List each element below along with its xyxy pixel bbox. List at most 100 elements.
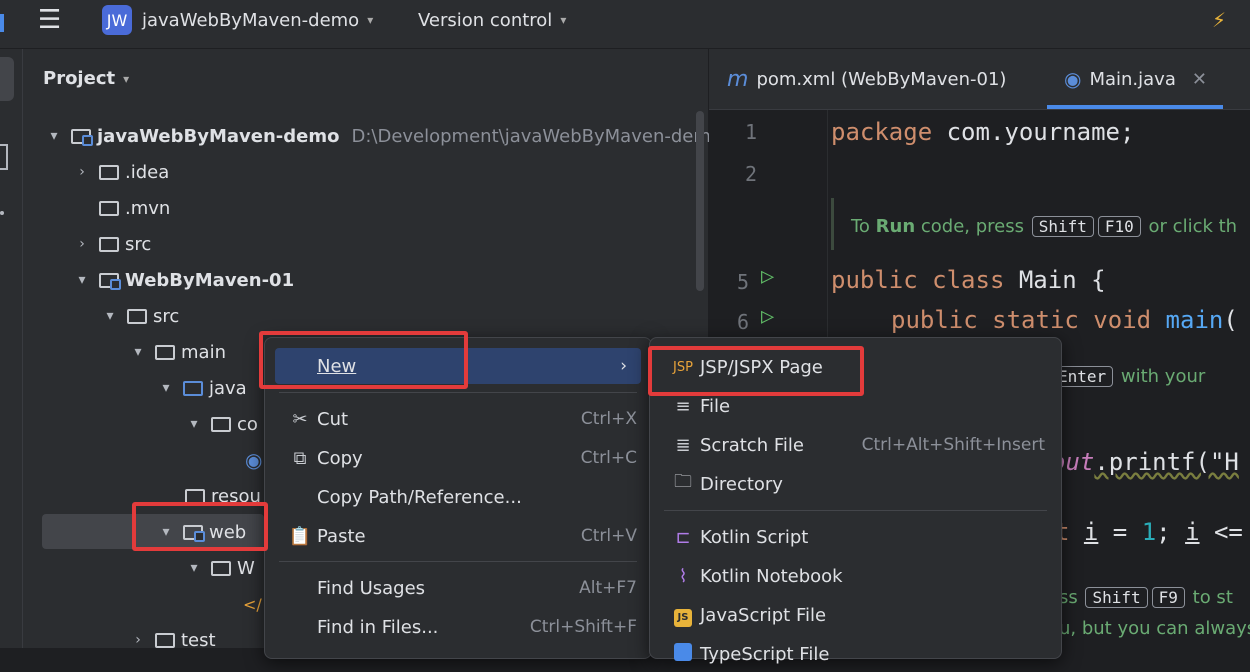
separator <box>664 510 1047 511</box>
tree-item-main-class[interactable]: ◉ <box>245 443 262 477</box>
chevron-right-icon: › <box>79 236 85 252</box>
chevron-down-icon: ▾ <box>78 272 86 288</box>
tree-item-label: WebByMaven-01 <box>125 269 295 291</box>
submenu-item-scratch-file[interactable]: ≣ Scratch File Ctrl+Alt+Shift+Insert <box>650 427 1061 463</box>
run-gutter-icon[interactable]: ▷ <box>761 304 774 329</box>
tree-item-web-inf[interactable]: ▾ W <box>185 551 254 585</box>
copy-icon: ⧉ <box>293 447 307 469</box>
jsp-file-icon: </ <box>243 594 262 614</box>
menu-item-copy-path[interactable]: Copy Path/Reference... <box>265 479 651 515</box>
tab-main-java[interactable]: ◉ Main.java ✕ <box>1064 49 1207 109</box>
kotlin-notebook-icon: ⌇ <box>678 565 688 587</box>
tree-item-label: src <box>153 305 180 327</box>
tree-item-label: javaWebByMaven-demo <box>97 125 340 147</box>
separator <box>279 561 637 562</box>
tree-item-label: .idea <box>125 161 170 183</box>
tree-item-label: co <box>237 413 258 435</box>
editor-tabs: m pom.xml (WebByMaven-01) ◉ Main.java ✕ <box>709 49 1250 110</box>
tree-item-package[interactable]: ▾ co <box>185 407 258 441</box>
tree-item-java[interactable]: ▾ java <box>157 371 246 405</box>
tree-item-main[interactable]: ▾ main <box>129 335 226 369</box>
tree-item-index-jsp[interactable]: </ <box>243 587 262 621</box>
hint-text: u, but you can always <box>1059 618 1250 639</box>
typescript-icon <box>674 642 692 661</box>
tree-item-mvn[interactable]: .mvn <box>73 191 170 225</box>
tree-item-label: main <box>181 341 226 363</box>
submenu-item-kotlin-script[interactable]: ⊏ Kotlin Script <box>650 519 1061 555</box>
submenu-item-directory[interactable]: 🗀 Directory <box>650 466 1061 502</box>
folder-icon <box>99 164 119 180</box>
project-name: javaWebByMaven-demo <box>142 9 360 31</box>
chevron-right-icon: › <box>620 356 627 376</box>
scrollbar-thumb[interactable] <box>696 111 704 291</box>
line-number: 1 <box>744 120 757 144</box>
tree-item-label: .mvn <box>125 197 171 219</box>
tree-item-src[interactable]: › src <box>73 227 151 261</box>
line-number: 5 <box>736 270 749 294</box>
submenu-item-kotlin-notebook[interactable]: ⌇ Kotlin Notebook <box>650 558 1061 594</box>
tab-label: pom.xml (WebByMaven-01) <box>756 68 1007 90</box>
tree-item-path: D:\Development\javaWebByMaven-demo <box>351 125 722 147</box>
tree-item-module-src[interactable]: ▾ src <box>101 299 179 333</box>
scissors-icon: ✂ <box>292 408 308 430</box>
version-control-menu[interactable]: Version control ▾ <box>418 0 566 40</box>
maven-icon: m <box>727 66 749 92</box>
submenu-item-typescript[interactable]: TypeScript File <box>650 636 1061 672</box>
java-class-icon: ◉ <box>1064 67 1082 91</box>
hamburger-icon: ☰ <box>38 5 62 35</box>
tree-item-label: src <box>125 233 152 255</box>
highlight-web <box>132 502 268 551</box>
run-gutter-icon[interactable]: ▷ <box>761 264 774 289</box>
account-icon[interactable]: ⚡ <box>1212 0 1226 40</box>
chevron-down-icon: ▾ <box>134 344 142 360</box>
chevron-down-icon: ▾ <box>190 416 198 432</box>
code-line: out.printf("H <box>1051 448 1239 476</box>
chevron-down-icon: ▾ <box>123 71 130 86</box>
tree-item-test[interactable]: › test <box>129 623 216 657</box>
folder-icon <box>99 236 119 252</box>
menu-item-cut[interactable]: ✂ Cut Ctrl+X <box>265 401 651 437</box>
project-tool-icon[interactable] <box>0 57 14 101</box>
project-panel-header[interactable]: Project ▾ <box>43 68 129 89</box>
chevron-down-icon: ▾ <box>162 380 170 396</box>
tree-item-idea[interactable]: › .idea <box>73 155 169 189</box>
menu-item-find-in-files[interactable]: Find in Files... Ctrl+Shift+F <box>265 609 651 645</box>
project-switcher[interactable]: JW javaWebByMaven-demo ▾ <box>102 0 373 40</box>
close-icon[interactable]: ✕ <box>1192 69 1207 90</box>
tree-item-label: test <box>181 629 216 651</box>
code-line: package com.yourname; <box>831 118 1135 146</box>
tree-item-module[interactable]: ▾ WebByMaven-01 <box>73 263 294 297</box>
chevron-right-icon: › <box>79 164 85 180</box>
menu-item-copy[interactable]: ⧉ Copy Ctrl+C <box>265 440 651 476</box>
code-line: public static void main( <box>891 306 1238 334</box>
enter-hint: Enter with your <box>1049 366 1205 387</box>
folder-icon <box>127 308 147 324</box>
structure-tool-icon[interactable] <box>0 144 8 170</box>
more-tools-icon[interactable] <box>0 211 4 215</box>
line-number: 6 <box>736 310 749 334</box>
chevron-right-icon: › <box>135 632 141 648</box>
menu-item-paste[interactable]: 📋 Paste Ctrl+V <box>265 518 651 554</box>
menu-item-find-usages[interactable]: Find Usages Alt+F7 <box>265 570 651 606</box>
package-icon <box>211 416 231 432</box>
project-badge: JW <box>102 5 132 35</box>
main-menu-button[interactable]: ☰ <box>38 0 61 40</box>
scratch-file-icon: ≣ <box>675 434 691 456</box>
submenu-item-javascript[interactable]: JS JavaScript File <box>650 597 1061 633</box>
active-tab-indicator <box>1047 105 1223 109</box>
tool-window-strip <box>0 49 23 648</box>
folder-icon <box>155 344 175 360</box>
paste-icon: 📋 <box>288 525 312 547</box>
code-line: t i = 1; i <= <box>1055 518 1243 546</box>
source-folder-icon <box>183 380 203 396</box>
tree-item-root[interactable]: ▾ javaWebByMaven-demo D:\Development\jav… <box>45 119 722 153</box>
javascript-icon: JS <box>674 608 692 627</box>
module-folder-icon <box>71 128 93 146</box>
chevron-down-icon: ▾ <box>106 308 114 324</box>
code-line: public class Main { <box>831 266 1106 294</box>
tab-pom-xml[interactable]: m pom.xml (WebByMaven-01) <box>727 49 1006 109</box>
folder-icon <box>99 200 119 216</box>
title-bar: ☰ JW javaWebByMaven-demo ▾ Version contr… <box>0 0 1250 49</box>
highlight-new <box>259 331 468 389</box>
chevron-down-icon: ▾ <box>50 128 58 144</box>
